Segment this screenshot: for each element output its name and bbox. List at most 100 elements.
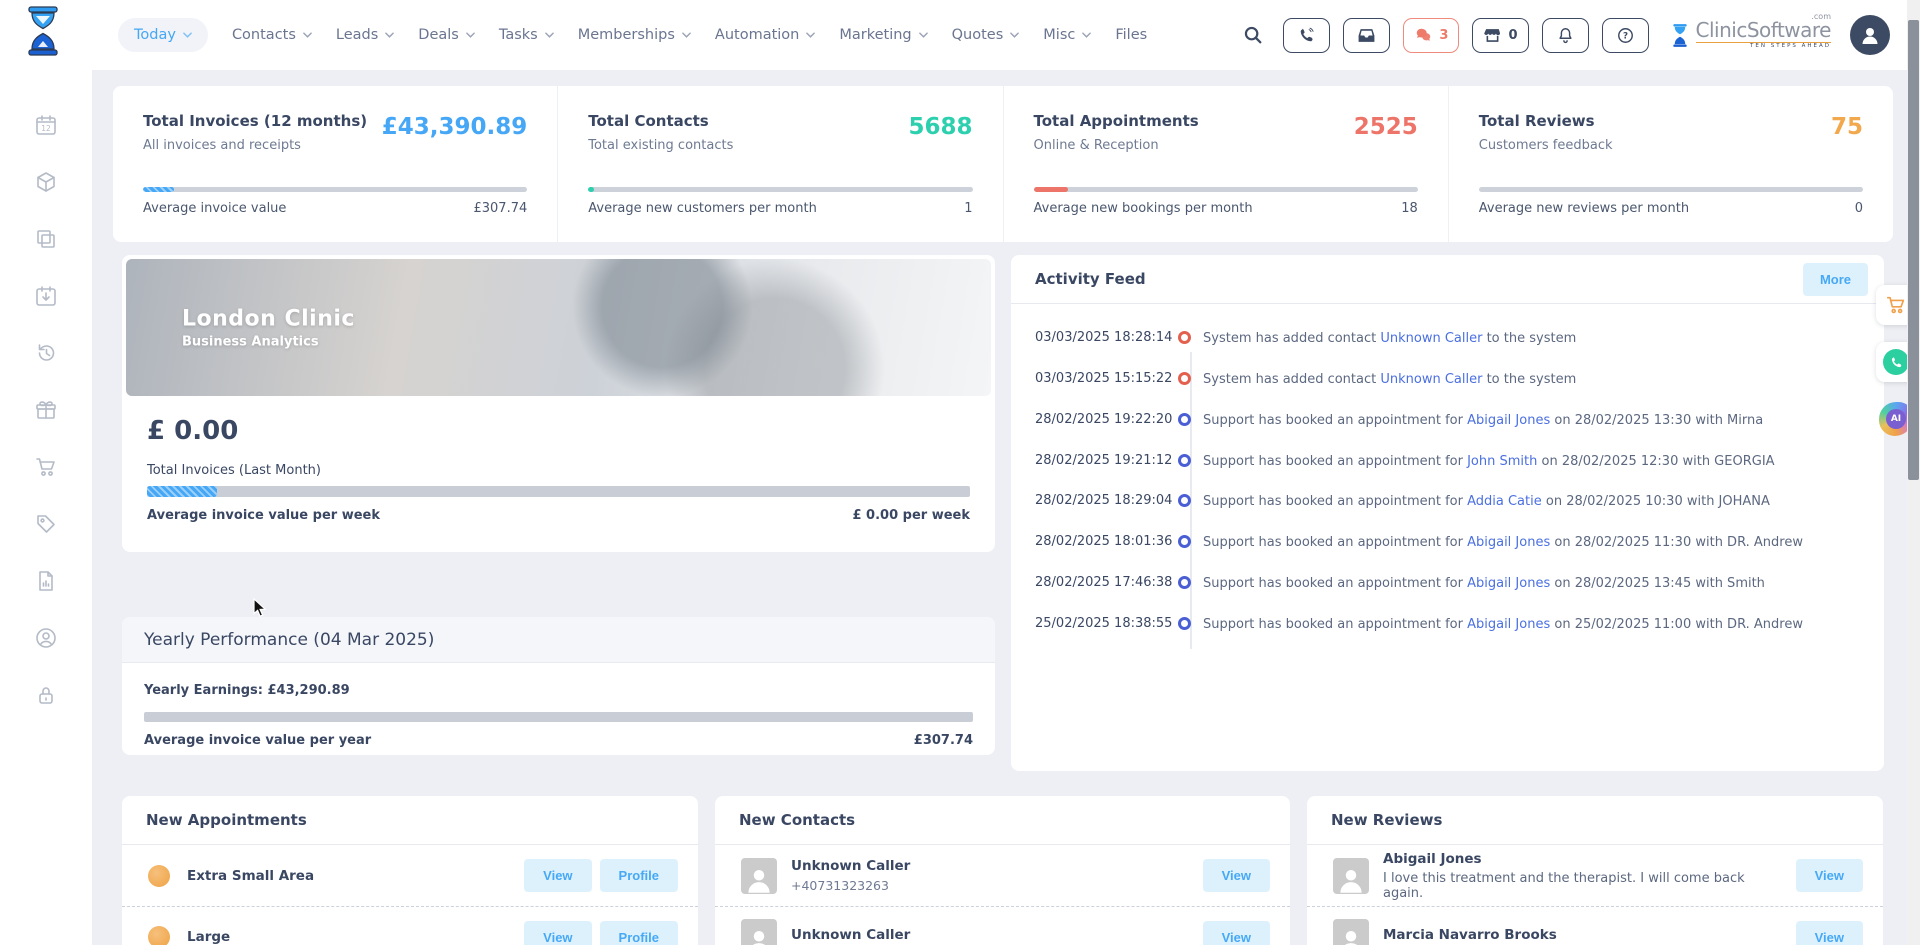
timeline-marker-icon	[1178, 371, 1191, 385]
help-button[interactable]: ?	[1601, 17, 1649, 53]
stat-card-total-appointments: Total Appointments Online & Reception 25…	[1002, 86, 1448, 242]
stat-footer-label: Average new reviews per month	[1478, 201, 1690, 216]
main-menu: Today Contacts Leads Deals Tasks Members…	[118, 0, 1147, 70]
reviewer-avatar	[1333, 857, 1369, 894]
new-appointments-header: New Appointments	[122, 796, 698, 845]
contact-link[interactable]: Abigail Jones	[1467, 617, 1550, 632]
activity-item: 28/02/2025 17:46:38 Support has booked a…	[1011, 575, 1884, 594]
progress-fill	[1033, 187, 1069, 192]
phone-calls-button[interactable]	[1283, 17, 1331, 53]
progress-track	[588, 187, 973, 192]
stat-value: 2525	[1353, 114, 1418, 140]
package-cube-icon[interactable]	[33, 169, 59, 195]
timeline-marker-icon	[1178, 535, 1191, 549]
profile-button[interactable]: Profile	[599, 859, 678, 892]
chevron-down-icon	[303, 32, 312, 38]
menu-label: Tasks	[498, 27, 538, 43]
review-info: Abigail Jones I love this treatment and …	[1383, 851, 1763, 901]
gift-icon[interactable]	[33, 397, 59, 423]
clinic-dashboard: 12 Today Contacts Leads Deals Tasks Memb…	[0, 0, 1920, 945]
view-button[interactable]: View	[1795, 859, 1863, 892]
footer-value: £ 0.00 per week	[852, 508, 970, 523]
stat-footer-label: Average invoice value	[143, 201, 287, 216]
activity-text-post: on 28/02/2025 13:45 with Smith	[1550, 576, 1765, 592]
cart-icon	[1886, 296, 1905, 314]
chat-messages-button[interactable]: 3	[1403, 17, 1460, 53]
view-button[interactable]: View	[1202, 920, 1270, 945]
menu-item-tasks[interactable]: Tasks	[499, 27, 554, 43]
lock-icon[interactable]	[33, 682, 59, 708]
activity-text-pre: System has added contact	[1203, 371, 1381, 387]
menu-item-marketing[interactable]: Marketing	[839, 27, 928, 43]
activity-text-post: to the system	[1482, 371, 1577, 387]
menu-item-leads[interactable]: Leads	[335, 27, 395, 43]
more-button[interactable]: More	[1802, 262, 1868, 296]
svg-text:12: 12	[41, 124, 51, 133]
view-button[interactable]: View	[524, 920, 592, 945]
header-actions: 3 0 ? .com ClinicSoftware TEN STEPS AHEA…	[1242, 0, 1890, 70]
menu-item-contacts[interactable]: Contacts	[232, 27, 312, 43]
search-icon[interactable]	[1242, 24, 1264, 46]
activity-text: Support has booked an appointment for Ab…	[1203, 412, 1763, 431]
clinic-banner-photo: London Clinic Business Analytics	[126, 259, 991, 396]
notifications-button[interactable]	[1541, 17, 1589, 53]
profile-button[interactable]: Profile	[599, 920, 678, 945]
stats-strip: Total Invoices (12 months) All invoices …	[113, 86, 1893, 242]
clinicsoftware-logo[interactable]: .com ClinicSoftware TEN STEPS AHEAD	[1670, 13, 1832, 50]
contact-link[interactable]: Unknown Caller	[1380, 372, 1482, 387]
contact-link[interactable]: Unknown Caller	[1380, 331, 1482, 346]
menu-item-misc[interactable]: Misc	[1043, 27, 1092, 43]
timeline-marker-icon	[1178, 453, 1191, 467]
view-button[interactable]: View	[1795, 920, 1863, 945]
scrollbar-thumb[interactable]	[1908, 20, 1919, 480]
timeline-marker-icon	[1178, 576, 1191, 590]
activity-time: 28/02/2025 17:46:38	[1035, 575, 1173, 591]
app-logo-hourglass-icon[interactable]	[22, 5, 64, 61]
view-button[interactable]: View	[1202, 859, 1270, 892]
menu-item-today[interactable]: Today	[118, 18, 208, 52]
calendar-import-icon[interactable]	[33, 283, 59, 309]
account-person-icon[interactable]	[33, 625, 59, 651]
store-button[interactable]: 0	[1472, 17, 1529, 53]
view-button[interactable]: View	[524, 859, 592, 892]
contact-link[interactable]: John Smith	[1467, 454, 1537, 469]
menu-item-automation[interactable]: Automation	[715, 27, 816, 43]
page-scrollbar[interactable]	[1907, 0, 1920, 945]
contact-link[interactable]: Abigail Jones	[1467, 576, 1550, 591]
activity-time: 28/02/2025 18:29:04	[1035, 493, 1173, 509]
menu-label: Memberships	[577, 27, 675, 43]
contact-link[interactable]: Addia Catie	[1467, 494, 1542, 509]
footer-value: £307.74	[913, 733, 973, 748]
user-avatar[interactable]	[1850, 15, 1890, 55]
calendar-12-icon[interactable]: 12	[33, 112, 59, 138]
inbox-button[interactable]	[1343, 17, 1391, 53]
menu-label: Leads	[335, 27, 379, 43]
brand-text: .com ClinicSoftware TEN STEPS AHEAD	[1695, 13, 1832, 50]
contact-link[interactable]: Abigail Jones	[1467, 535, 1550, 550]
report-document-icon[interactable]	[33, 568, 59, 594]
activity-text: Support has booked an appointment for Ab…	[1203, 534, 1803, 553]
chat-bubbles-icon	[1417, 28, 1431, 41]
menu-item-quotes[interactable]: Quotes	[952, 27, 1020, 43]
stat-footer-label: Average new customers per month	[588, 201, 817, 216]
menu-item-deals[interactable]: Deals	[418, 27, 475, 43]
new-contacts-card: New Contacts Unknown Caller +40731323263…	[715, 796, 1290, 945]
menu-item-files[interactable]: Files	[1115, 27, 1147, 43]
menu-label: Misc	[1043, 27, 1076, 43]
last-month-footer: Average invoice value per week £ 0.00 pe…	[147, 508, 970, 523]
history-clock-icon[interactable]	[33, 340, 59, 366]
progress-track	[1033, 187, 1418, 192]
layers-copy-icon[interactable]	[33, 226, 59, 252]
cart-icon[interactable]	[33, 454, 59, 480]
activity-feed-title: Activity Feed	[1035, 270, 1146, 288]
menu-item-memberships[interactable]: Memberships	[578, 27, 691, 43]
price-tag-icon[interactable]	[33, 511, 59, 537]
avatar-person-icon	[1862, 28, 1878, 44]
new-contacts-title: New Contacts	[739, 811, 856, 829]
menu-label: Deals	[418, 27, 459, 43]
contact-name: Unknown Caller	[791, 927, 911, 943]
stat-subtitle: All invoices and receipts	[143, 138, 301, 153]
contact-link[interactable]: Abigail Jones	[1467, 413, 1550, 428]
chat-badge-count: 3	[1439, 27, 1449, 43]
chevron-down-icon	[1082, 32, 1092, 38]
